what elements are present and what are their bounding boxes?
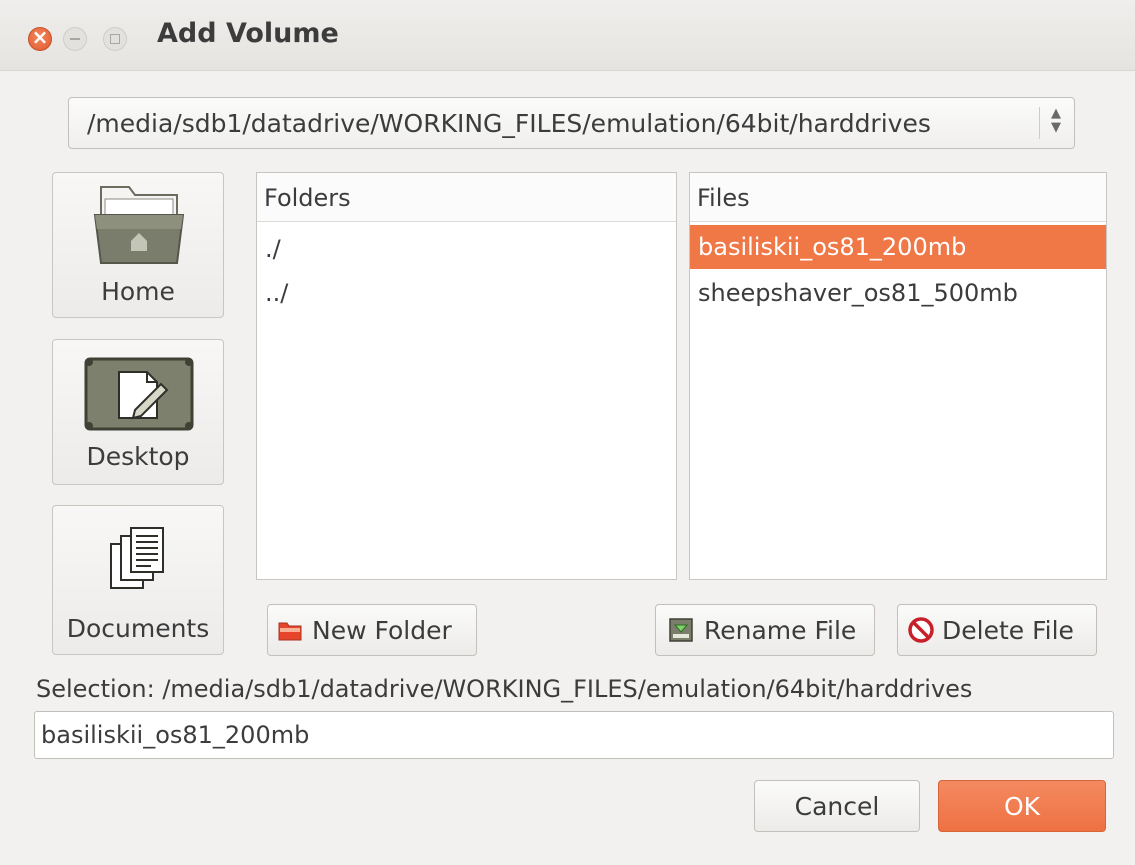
title-bar: Add Volume <box>0 0 1135 71</box>
cancel-button[interactable]: Cancel <box>754 780 920 832</box>
window-title: Add Volume <box>157 18 339 49</box>
file-item[interactable]: sheepshaver_os81_500mb <box>690 271 1106 315</box>
desktop-icon <box>84 357 194 431</box>
minimize-window-button[interactable] <box>63 27 87 51</box>
folders-header[interactable]: Folders <box>257 173 676 222</box>
ok-label: OK <box>1003 792 1041 821</box>
folders-pane[interactable]: Folders ./ ../ <box>256 172 677 580</box>
close-window-button[interactable] <box>28 25 52 51</box>
combo-updown-arrows-icon[interactable]: ▲ ▼ <box>1050 107 1062 139</box>
ok-button[interactable]: OK <box>938 780 1106 832</box>
files-pane[interactable]: Files basiliskii_os81_200mb sheepshaver_… <box>689 172 1107 580</box>
cancel-label: Cancel <box>794 792 880 821</box>
maximize-window-button[interactable] <box>103 27 127 51</box>
place-documents-label: Documents <box>66 614 210 643</box>
delete-file-label: Delete File <box>942 616 1074 645</box>
delete-file-button[interactable]: Delete File <box>897 604 1097 656</box>
folder-item[interactable]: ./ <box>257 227 676 271</box>
path-combo-value: /media/sdb1/datadrive/WORKING_FILES/emul… <box>87 109 931 138</box>
rename-file-label: Rename File <box>704 616 857 645</box>
place-documents-button[interactable]: Documents <box>52 505 224 655</box>
new-folder-label: New Folder <box>312 616 452 645</box>
new-folder-button[interactable]: New Folder <box>267 604 477 656</box>
place-home-label: Home <box>101 277 175 306</box>
place-home-button[interactable]: Home <box>52 172 224 318</box>
folder-item[interactable]: ../ <box>257 271 676 315</box>
path-combo-box[interactable]: /media/sdb1/datadrive/WORKING_FILES/emul… <box>68 97 1075 149</box>
files-header-label: Files <box>697 184 750 212</box>
place-desktop-button[interactable]: Desktop <box>52 339 224 485</box>
new-folder-icon <box>278 622 302 641</box>
place-desktop-label: Desktop <box>86 442 190 471</box>
selection-input[interactable] <box>41 718 1101 752</box>
selection-field[interactable] <box>34 711 1114 759</box>
documents-icon <box>110 527 164 589</box>
selection-label: Selection: /media/sdb1/datadrive/WORKING… <box>36 675 973 703</box>
file-item-selected[interactable]: basiliskii_os81_200mb <box>690 225 1106 269</box>
delete-file-icon <box>908 617 934 643</box>
combo-separator <box>1039 107 1040 139</box>
home-folder-icon <box>93 186 185 264</box>
rename-file-icon <box>669 618 693 642</box>
folders-header-label: Folders <box>264 184 351 212</box>
files-header[interactable]: Files <box>690 173 1106 222</box>
rename-file-button[interactable]: Rename File <box>655 604 875 656</box>
